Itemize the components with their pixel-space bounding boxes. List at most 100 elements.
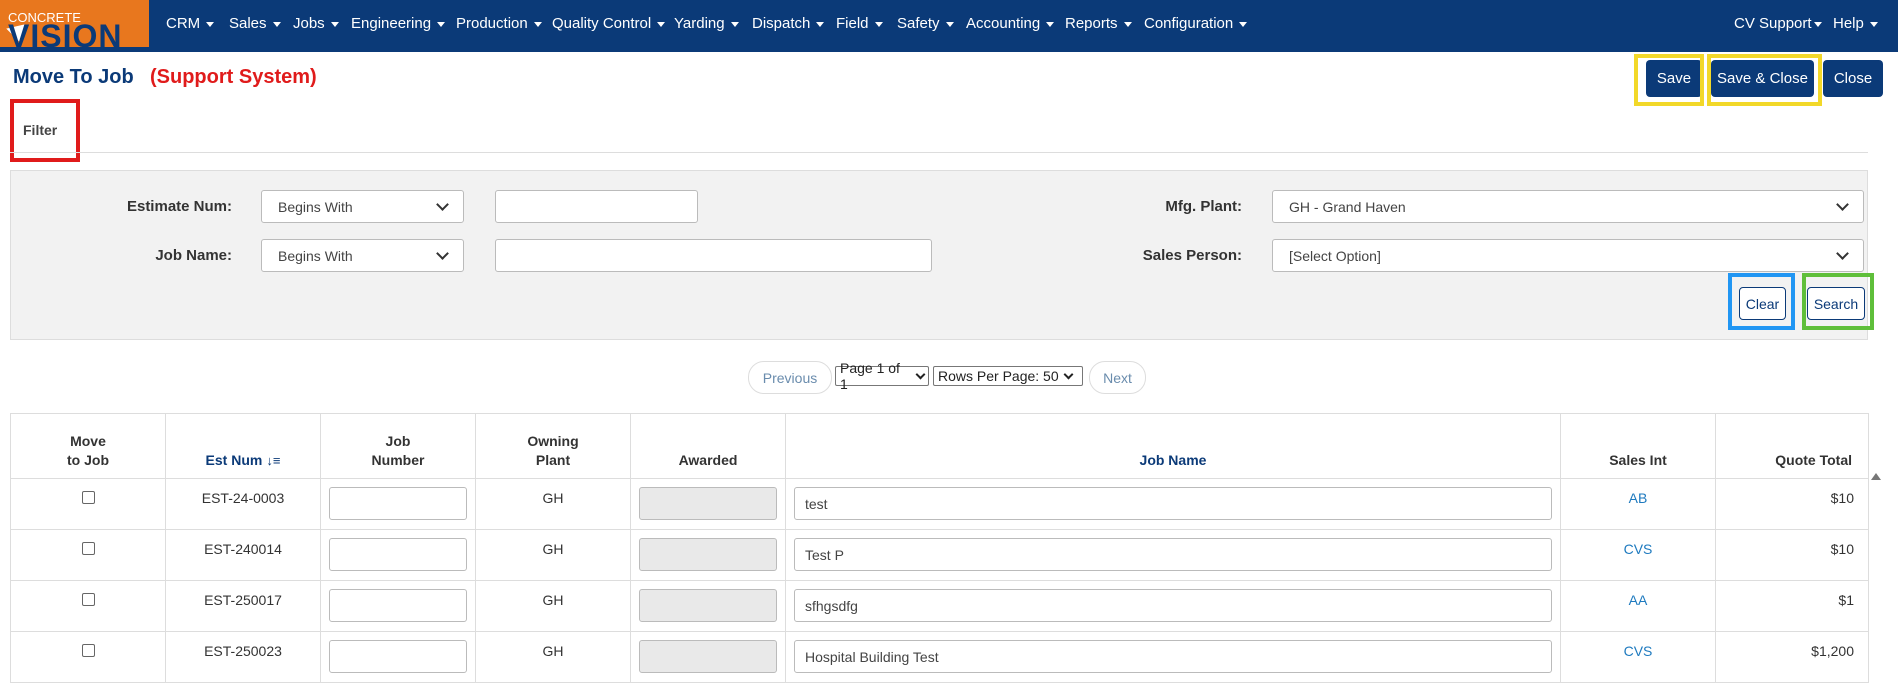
nav-sales[interactable]: Sales (229, 15, 281, 32)
job-name-label: Job Name: (155, 247, 232, 264)
sales-int-link[interactable]: AB (1629, 490, 1648, 506)
nav-cv-support[interactable]: CV Support (1734, 15, 1822, 32)
job-name-row-input[interactable]: test (794, 487, 1552, 520)
job-number-cell (320, 580, 476, 632)
job-name-cell: test (785, 478, 1561, 530)
nav-crm-label: CRM (166, 15, 201, 32)
chevron-down-icon (816, 21, 825, 27)
save-and-close-button[interactable]: Save & Close (1711, 60, 1814, 97)
sales-person-select[interactable]: [Select Option] (1272, 239, 1864, 272)
job-number-input[interactable] (329, 538, 467, 571)
job-number-input[interactable] (329, 487, 467, 520)
move-to-job-checkbox[interactable] (81, 491, 95, 504)
nav-safety[interactable]: Safety (897, 15, 954, 32)
nav-reports-label: Reports (1065, 15, 1118, 32)
job-number-cell (320, 529, 476, 581)
nav-crm[interactable]: CRM (166, 15, 215, 32)
nav-jobs[interactable]: Jobs (293, 15, 339, 32)
chevron-down-icon (1836, 198, 1849, 211)
nav-quality-control[interactable]: Quality Control (552, 15, 666, 32)
nav-help[interactable]: Help (1833, 15, 1878, 32)
nav-safety-label: Safety (897, 15, 940, 32)
move-to-job-checkbox[interactable] (81, 542, 95, 555)
sales-person-label: Sales Person: (1142, 247, 1242, 264)
sales-int-cell: CVS (1560, 631, 1716, 683)
chevron-down-icon (657, 21, 666, 27)
header-owning-line2: Plant (535, 452, 571, 468)
quote-total-cell: $1,200 (1715, 631, 1869, 683)
nav-reports[interactable]: Reports (1065, 15, 1132, 32)
owning-plant-cell: GH (475, 478, 631, 530)
move-to-job-checkbox[interactable] (81, 593, 95, 606)
clear-button[interactable]: Clear (1739, 287, 1786, 320)
search-button[interactable]: Search (1807, 287, 1865, 320)
table-row: EST-240014 GH Test P CVS $10 (10, 529, 1869, 581)
chevron-down-icon (1239, 21, 1248, 27)
nav-yarding[interactable]: Yarding (674, 15, 739, 32)
rows-per-page-select[interactable]: Rows Per Page: 50 (933, 366, 1083, 386)
page-select[interactable]: Page 1 of 1 (835, 360, 929, 392)
est-num-cell: EST-24-0003 (165, 478, 321, 530)
header-job-number-line2: Number (371, 452, 425, 468)
owning-plant-cell: GH (475, 580, 631, 632)
chevron-down-icon (1836, 247, 1849, 260)
quote-total-cell: $1 (1715, 580, 1869, 632)
job-name-row-input[interactable]: Test P (794, 538, 1552, 571)
nav-dispatch[interactable]: Dispatch (752, 15, 825, 32)
chevron-down-icon (436, 247, 449, 260)
close-button[interactable]: Close (1823, 60, 1883, 97)
job-name-row-input[interactable]: sfhgsdfg (794, 589, 1552, 622)
sales-person-value: [Select Option] (1289, 247, 1381, 264)
tab-divider (10, 152, 1868, 153)
job-name-mode-select[interactable]: Begins With (261, 239, 464, 272)
nav-jobs-label: Jobs (293, 15, 325, 32)
nav-configuration[interactable]: Configuration (1144, 15, 1248, 32)
sales-int-link[interactable]: CVS (1624, 643, 1653, 659)
estimate-num-mode-select[interactable]: Begins With (261, 190, 464, 223)
owning-plant-cell: GH (475, 631, 631, 683)
job-name-input[interactable] (495, 239, 932, 272)
header-awarded: Awarded (630, 413, 786, 479)
mfg-plant-label: Mfg. Plant: (1165, 198, 1242, 215)
chevron-down-icon (915, 369, 926, 380)
estimate-num-mode-value: Begins With (278, 198, 353, 215)
awarded-cell (630, 631, 786, 683)
nav-engineering[interactable]: Engineering (351, 15, 446, 32)
chevron-down-icon (1813, 21, 1822, 27)
mfg-plant-value: GH - Grand Haven (1289, 198, 1406, 215)
owning-plant-value: GH (542, 643, 564, 659)
save-button[interactable]: Save (1646, 60, 1702, 97)
move-to-job-checkbox[interactable] (81, 644, 95, 657)
job-name-row-input[interactable]: Hospital Building Test (794, 640, 1552, 673)
nav-field[interactable]: Field (836, 15, 883, 32)
previous-page-button[interactable]: Previous (748, 361, 832, 394)
est-num-cell: EST-250017 (165, 580, 321, 632)
mfg-plant-select[interactable]: GH - Grand Haven (1272, 190, 1864, 223)
job-number-input[interactable] (329, 640, 467, 673)
nav-accounting[interactable]: Accounting (966, 15, 1055, 32)
nav-field-label: Field (836, 15, 869, 32)
chevron-down-icon (1123, 21, 1132, 27)
nav-configuration-label: Configuration (1144, 15, 1234, 32)
filter-tab[interactable]: Filter (23, 122, 57, 138)
job-name-mode-value: Begins With (278, 247, 353, 264)
header-est-num[interactable]: Est Num ↓≡ (165, 413, 321, 479)
scroll-up-arrow-icon[interactable] (1871, 473, 1881, 480)
awarded-cell (630, 580, 786, 632)
concrete-vision-logo[interactable]: CONCRETE VISION (0, 0, 157, 47)
estimate-num-input[interactable] (495, 190, 698, 223)
next-page-button[interactable]: Next (1089, 361, 1146, 394)
move-to-job-cell (10, 478, 166, 530)
header-quote-total: Quote Total (1715, 413, 1869, 479)
nav-production[interactable]: Production (456, 15, 542, 32)
job-number-input[interactable] (329, 589, 467, 622)
job-number-cell (320, 631, 476, 683)
sales-int-link[interactable]: CVS (1624, 541, 1653, 557)
move-to-job-cell (10, 631, 166, 683)
sales-int-link[interactable]: AA (1629, 592, 1648, 608)
owning-plant-value: GH (542, 592, 564, 608)
owning-plant-cell: GH (475, 529, 631, 581)
support-system-label: (Support System) (150, 66, 317, 88)
estimate-num-label: Estimate Num: (126, 198, 232, 215)
header-job-number: Job Number (320, 413, 476, 479)
